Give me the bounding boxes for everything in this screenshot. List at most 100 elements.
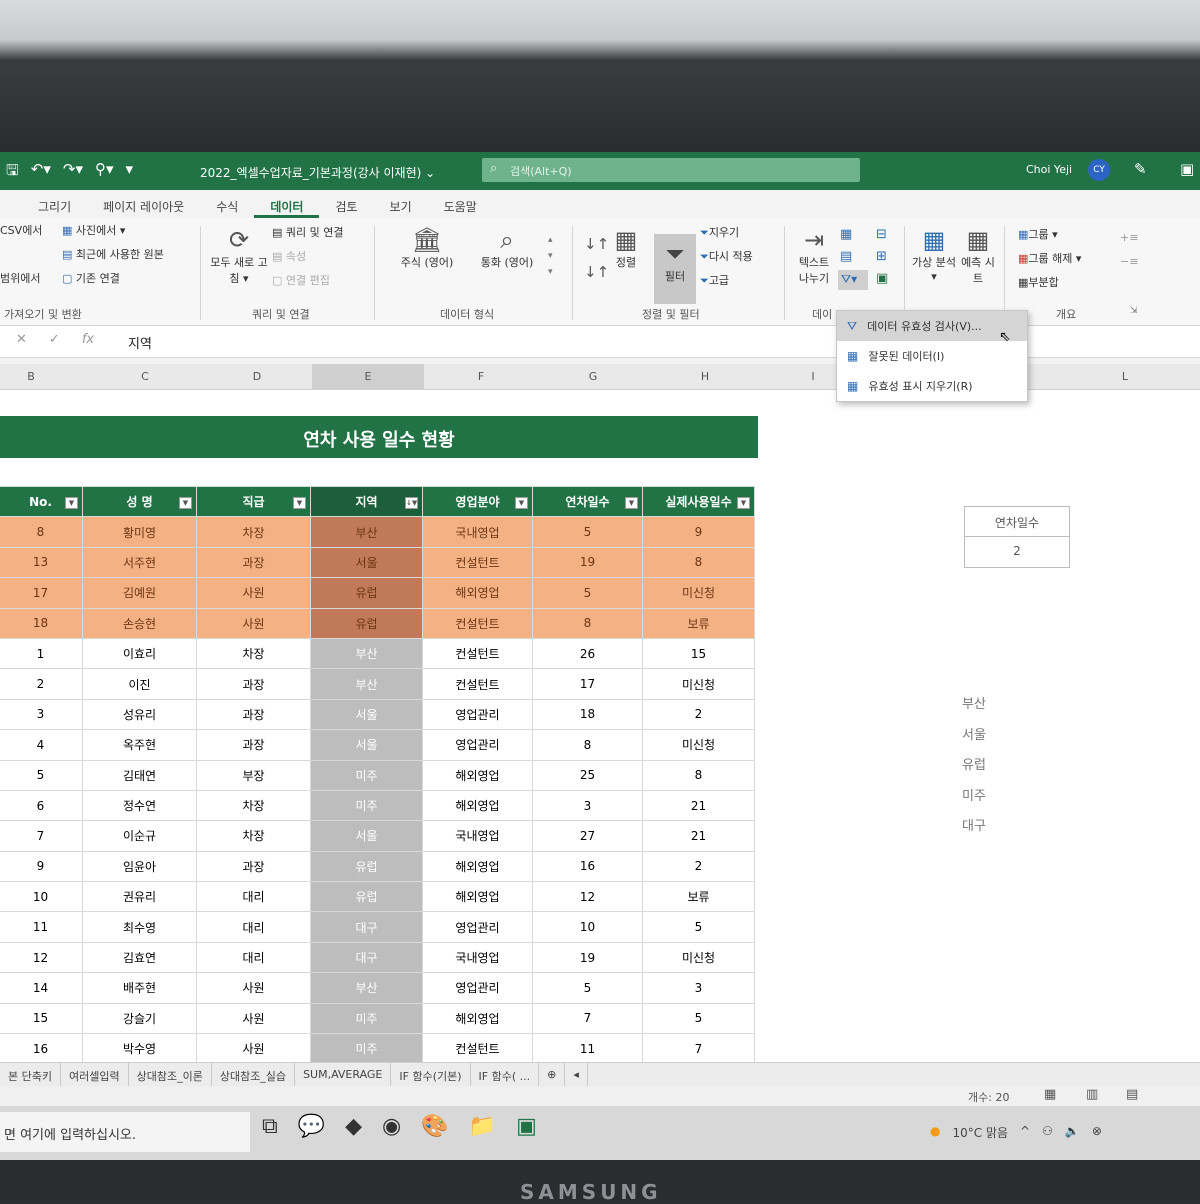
cell-field[interactable]: 해외영업 xyxy=(422,850,533,883)
cell-region[interactable]: 대구 xyxy=(310,911,423,943)
cell-name[interactable]: 최수영 xyxy=(82,911,197,943)
from-csv-button[interactable]: CSV에서 xyxy=(0,222,42,238)
cell-no[interactable]: 17 xyxy=(0,577,83,609)
cell-region[interactable]: 미주 xyxy=(310,759,423,791)
volume-icon[interactable]: 🔈 xyxy=(1065,1124,1080,1141)
column-header[interactable]: D xyxy=(250,370,264,383)
cell-region[interactable]: 미주 xyxy=(310,1002,423,1035)
cell-field[interactable]: 국내영업 xyxy=(422,941,533,974)
weather-text[interactable]: 10°C 맑음 xyxy=(952,1124,1008,1141)
filter-dropdown-icon[interactable]: ▼ xyxy=(65,497,78,509)
cell-region[interactable]: 유럽 xyxy=(310,607,423,639)
filter-dropdown-icon[interactable]: ▼ xyxy=(625,497,638,509)
edit-links-button[interactable]: ▢ 연결 편집 xyxy=(272,272,330,288)
cell-used[interactable]: 8 xyxy=(642,546,755,579)
properties-button[interactable]: ▤ 속성 xyxy=(272,248,306,264)
forecast-sheet-button[interactable]: ▦ 예측 시트 xyxy=(958,226,998,286)
pen-icon[interactable]: ✎ xyxy=(1134,160,1147,178)
sheet-tab[interactable]: IF 함수( ... xyxy=(471,1063,540,1086)
cell-region[interactable]: 부산 xyxy=(310,668,423,700)
cell-name[interactable]: 손승현 xyxy=(82,607,197,639)
ribbon-display-icon[interactable]: ▣ xyxy=(1180,160,1194,178)
column-header[interactable]: I xyxy=(806,370,820,383)
cell-days[interactable]: 8 xyxy=(532,729,643,761)
network-icon[interactable]: ⚇ xyxy=(1042,1124,1053,1141)
cell-name[interactable]: 배주현 xyxy=(82,972,197,1004)
cell-used[interactable]: 미신청 xyxy=(642,941,755,974)
cell-rank[interactable]: 대리 xyxy=(196,881,311,913)
tab-review[interactable]: 검토 xyxy=(319,190,373,218)
paint-icon[interactable]: 🎨 xyxy=(421,1114,448,1139)
what-if-analysis-button[interactable]: ▦ 가상 분석 ▾ xyxy=(912,226,956,283)
save-icon[interactable]: 🖫 xyxy=(6,160,19,185)
cell-rank[interactable]: 대리 xyxy=(196,941,311,974)
page-break-view-icon[interactable]: ▤ xyxy=(1126,1087,1138,1102)
cell-field[interactable]: 컨설턴트 xyxy=(422,607,533,639)
cell-name[interactable]: 이순규 xyxy=(82,820,197,852)
column-header[interactable]: G xyxy=(586,370,600,383)
refresh-all-button[interactable]: ⟳ 모두 새로 고침 ▾ xyxy=(210,226,268,286)
menu-item-data-validation[interactable]: ⛛ 데이터 유효성 검사(V)... ⇖ xyxy=(837,311,1027,345)
sheet-tab[interactable]: 상대참조_이론 xyxy=(129,1063,212,1086)
data-tools-icons[interactable]: ⊟ ⊞ ▣ xyxy=(876,224,888,290)
cell-field[interactable]: 영업관리 xyxy=(422,729,533,761)
insert-function-icon[interactable]: fx xyxy=(82,332,94,347)
tab-data[interactable]: 데이터 xyxy=(254,190,320,218)
cell-used[interactable]: 미신청 xyxy=(642,668,755,700)
cell-field[interactable]: 컨설턴트 xyxy=(422,637,533,670)
cell-used[interactable]: 21 xyxy=(642,820,755,852)
cell-region[interactable]: 부산 xyxy=(310,516,423,548)
cell-used[interactable]: 2 xyxy=(642,698,755,731)
cell-days[interactable]: 25 xyxy=(532,759,643,791)
cell-field[interactable]: 해외영업 xyxy=(422,1002,533,1035)
cell-field[interactable]: 컨설턴트 xyxy=(422,1033,533,1065)
cell-rank[interactable]: 과장 xyxy=(196,668,311,700)
cell-name[interactable]: 김태연 xyxy=(82,759,197,791)
queries-connections-button[interactable]: ▤ 쿼리 및 연결 xyxy=(272,224,344,240)
cell-region[interactable]: 미주 xyxy=(310,789,423,822)
reapply-button[interactable]: ⏷다시 적용 xyxy=(700,248,753,264)
cell-used[interactable]: 미신청 xyxy=(642,729,755,761)
cell-region[interactable]: 서울 xyxy=(310,729,423,761)
cell-name[interactable]: 임윤아 xyxy=(82,850,197,883)
cell-no[interactable]: 13 xyxy=(0,546,83,579)
redo-icon[interactable]: ↷▾ xyxy=(63,160,83,185)
cell-no[interactable]: 7 xyxy=(0,820,83,852)
header-name[interactable]: 성 명 ▼ xyxy=(82,485,197,518)
data-validation-button[interactable]: ⛛▾ xyxy=(838,270,868,290)
tab-page-layout[interactable]: 페이지 레이아웃 xyxy=(87,190,200,218)
show-hide-detail-icons[interactable]: +≡ −≡ xyxy=(1120,226,1138,274)
cell-field[interactable]: 해외영업 xyxy=(422,881,533,913)
menu-item-circle-invalid[interactable]: ▦ 잘못된 데이터(I) xyxy=(837,341,1027,371)
page-layout-view-icon[interactable]: ▥ xyxy=(1086,1087,1098,1102)
cell-no[interactable]: 18 xyxy=(0,607,83,639)
cell-rank[interactable]: 사원 xyxy=(196,1002,311,1035)
close-icon[interactable]: ⊗ xyxy=(1092,1124,1102,1141)
cell-rank[interactable]: 부장 xyxy=(196,759,311,791)
column-header[interactable]: L xyxy=(1118,370,1132,383)
menu-item-clear-circles[interactable]: ▦ 유효성 표시 지우기(R) xyxy=(837,371,1027,401)
cell-field[interactable]: 영업관리 xyxy=(422,698,533,731)
cell-field[interactable]: 컨설턴트 xyxy=(422,668,533,700)
cell-used[interactable]: 7 xyxy=(642,1033,755,1065)
cell-name[interactable]: 이효리 xyxy=(82,637,197,670)
cell-name[interactable]: 김효연 xyxy=(82,941,197,974)
cell-used[interactable]: 5 xyxy=(642,1002,755,1035)
criteria-header-cell[interactable]: 연차일수 xyxy=(965,507,1069,537)
cell-region[interactable]: 유럽 xyxy=(310,881,423,913)
cell-rank[interactable]: 사원 xyxy=(196,577,311,609)
ungroup-button[interactable]: ▦그룹 해제 ▾ xyxy=(1018,250,1081,266)
user-name[interactable]: Choi Yeji xyxy=(1026,163,1072,176)
stocks-button[interactable]: 🏛 주식 (영어) xyxy=(392,226,462,270)
column-header[interactable]: B xyxy=(24,370,38,383)
chat-app-icon[interactable]: 💬 xyxy=(298,1114,325,1139)
cell-region[interactable]: 서울 xyxy=(310,698,423,731)
filter-dropdown-icon[interactable]: ▼ xyxy=(737,497,750,509)
cell-name[interactable]: 김예원 xyxy=(82,577,197,609)
cell-no[interactable]: 15 xyxy=(0,1002,83,1035)
dialog-launcher-icon[interactable]: ⇲ xyxy=(1130,306,1138,316)
filter-button[interactable]: ⏷ 필터 xyxy=(654,234,696,304)
cell-days[interactable]: 18 xyxy=(532,698,643,731)
subtotal-button[interactable]: ▦부분합 xyxy=(1018,274,1059,290)
recent-sources-button[interactable]: ▤ 최근에 사용한 원본 xyxy=(62,246,164,262)
